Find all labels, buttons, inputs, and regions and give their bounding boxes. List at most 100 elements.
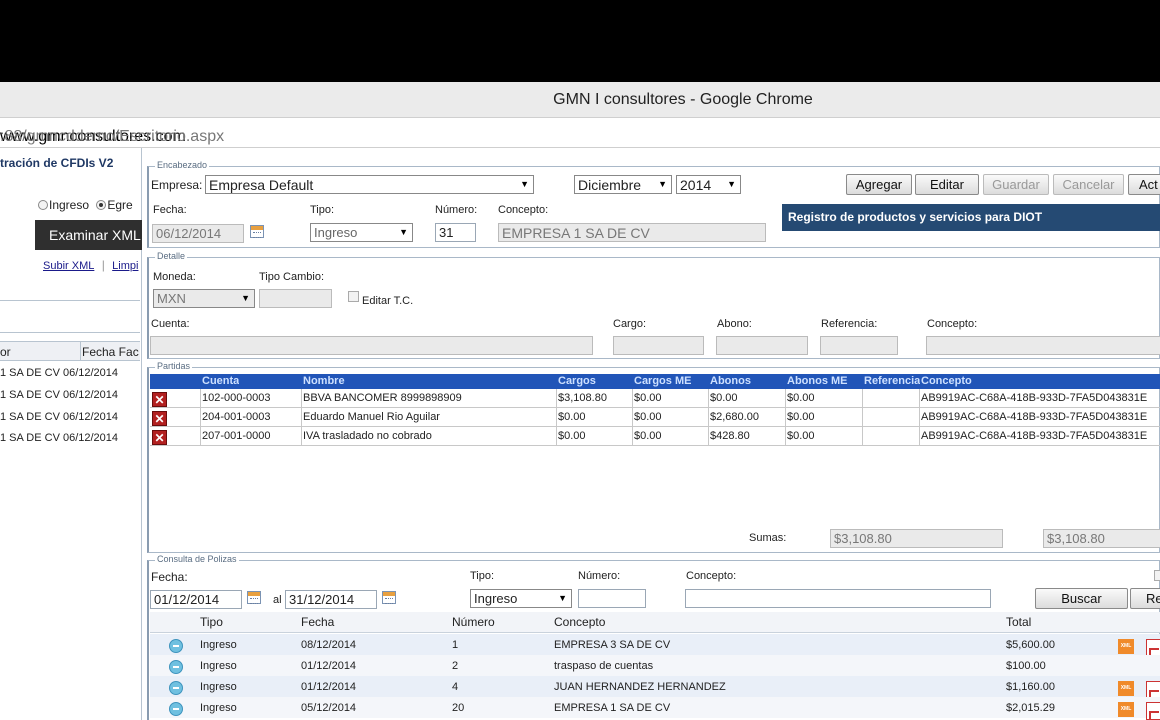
reset-button[interactable]: Re (1130, 588, 1160, 609)
delete-x-icon[interactable]: ✕ (152, 411, 167, 426)
circle-minus-icon[interactable] (169, 702, 183, 716)
circle-minus-icon[interactable] (169, 660, 183, 674)
fecha-desde-input[interactable]: 01/12/2014 (150, 590, 242, 609)
col-divider (301, 389, 302, 407)
table-row[interactable]: Ingreso 08/12/2014 1 EMPRESA 3 SA DE CV … (150, 634, 1160, 658)
buscar-button[interactable]: Buscar (1035, 588, 1128, 609)
numero-input[interactable]: 31 (435, 223, 476, 242)
anio-select[interactable]: 2014 ▼ (676, 175, 741, 194)
table-row[interactable]: ✕ 102-000-0003 BBVA BANCOMER 8999898909 … (150, 389, 1160, 408)
radio-ingreso-label: Ingreso (49, 198, 90, 212)
table-row[interactable]: ✕ 207-001-0000 IVA trasladado no cobrado… (150, 427, 1160, 446)
cancelar-button[interactable]: Cancelar (1053, 174, 1124, 195)
fecha-input[interactable]: 06/12/2014 (152, 224, 244, 243)
col-tipo[interactable]: Tipo (200, 615, 223, 629)
col-numero[interactable]: Número (452, 615, 495, 629)
col-total[interactable]: Total (1006, 615, 1031, 629)
diot-banner[interactable]: Registro de productos y servicios para D… (782, 204, 1160, 231)
col-cuenta[interactable]: Cuenta (202, 375, 239, 387)
col-concepto[interactable]: Concepto (921, 375, 972, 387)
col-cargos[interactable]: Cargos (558, 375, 596, 387)
delete-x-icon[interactable]: ✕ (152, 392, 167, 407)
col-referencia[interactable]: Referencia (864, 375, 920, 387)
cell-fecha: 01/12/2014 (301, 660, 357, 672)
suma-cargos: $3,108.80 (830, 529, 1003, 548)
table-row[interactable]: Ingreso 05/12/2014 20 EMPRESA 1 SA DE CV… (150, 697, 1160, 720)
tipo-value: Ingreso (314, 225, 358, 240)
col-cargos-me[interactable]: Cargos ME (634, 375, 691, 387)
left-list-item[interactable]: 1 SA DE CV 06/12/2014 (0, 367, 118, 379)
tipo-cambio-input[interactable] (259, 289, 332, 308)
xml-file-icon[interactable]: XML (1118, 702, 1134, 717)
concepto-input[interactable]: EMPRESA 1 SA DE CV (498, 223, 766, 242)
col-abonos[interactable]: Abonos (710, 375, 751, 387)
guardar-button[interactable]: Guardar (983, 174, 1049, 195)
left-list-item[interactable]: 1 SA DE CV 06/12/2014 (0, 432, 118, 444)
referencia-label: Referencia: (821, 318, 878, 330)
left-col-rfc[interactable]: or (0, 345, 11, 359)
left-col-fecha[interactable]: Fecha Fac (82, 345, 139, 359)
col-divider (556, 389, 557, 407)
pdf-file-icon[interactable] (1146, 702, 1160, 720)
examinar-xml-button[interactable]: Examinar XML (35, 220, 145, 250)
chevron-down-icon: ▼ (727, 179, 736, 189)
left-list-item[interactable]: 1 SA DE CV 06/12/2014 (0, 411, 118, 423)
cell-fecha: 01/12/2014 (301, 681, 357, 693)
cell-cuenta: 204-001-0003 (202, 411, 271, 423)
circle-minus-icon[interactable] (169, 639, 183, 653)
chevron-down-icon: ▼ (558, 593, 567, 603)
table-row[interactable]: ✕ 204-001-0003 Eduardo Manuel Rio Aguila… (150, 408, 1160, 427)
cuenta-input[interactable] (150, 336, 593, 355)
abono-input[interactable] (716, 336, 808, 355)
empresa-select[interactable]: Empresa Default ▼ (205, 175, 534, 194)
delete-x-icon[interactable]: ✕ (152, 430, 167, 445)
col-divider (785, 427, 786, 445)
consulta-concepto-input[interactable] (685, 589, 991, 608)
detalle-concepto-input[interactable] (926, 336, 1160, 355)
moneda-select[interactable]: MXN ▼ (153, 289, 255, 308)
consulta-tipo-select[interactable]: Ingreso ▼ (470, 589, 572, 608)
editar-tc-checkbox[interactable] (348, 291, 359, 302)
moneda-label: Moneda: (153, 271, 196, 283)
col-divider (785, 408, 786, 426)
editar-tc-label: Editar T.C. (362, 295, 414, 307)
col-abonos-me[interactable]: Abonos ME (787, 375, 848, 387)
table-row[interactable]: Ingreso 01/12/2014 4 JUAN HERNANDEZ HERN… (150, 676, 1160, 700)
calendar-icon[interactable] (382, 591, 396, 604)
cell-abonos: $428.80 (710, 430, 750, 442)
limpiar-link[interactable]: Limpi (112, 260, 138, 272)
xml-file-icon[interactable]: XML (1118, 681, 1134, 696)
col-divider (919, 427, 920, 445)
cell-nombre: BBVA BANCOMER 8999898909 (303, 392, 462, 404)
mes-select[interactable]: Diciembre ▼ (574, 175, 672, 194)
consulta-checkbox[interactable] (1154, 570, 1160, 581)
editar-button[interactable]: Editar (915, 174, 979, 195)
cell-nombre: IVA trasladado no cobrado (303, 430, 432, 442)
col-nombre[interactable]: Nombre (303, 375, 345, 387)
cargo-label: Cargo: (613, 318, 647, 330)
radio-egreso[interactable] (96, 200, 107, 210)
fecha-hasta-input[interactable]: 31/12/2014 (285, 590, 377, 609)
xml-file-icon[interactable]: XML (1118, 639, 1134, 654)
circle-minus-icon[interactable] (169, 681, 183, 695)
link-divider: | (101, 258, 105, 272)
address-bar[interactable]: www.gmnconsultores.com:88/gmncddemo/Escr… (0, 118, 1160, 148)
consulta-numero-input[interactable] (578, 589, 646, 608)
cargo-input[interactable] (613, 336, 704, 355)
table-row[interactable]: Ingreso 01/12/2014 2 traspaso de cuentas… (150, 655, 1160, 676)
cell-concepto: EMPRESA 1 SA DE CV (554, 702, 671, 714)
subir-xml-link[interactable]: Subir XML (43, 260, 94, 272)
agregar-button[interactable]: Agregar (846, 174, 912, 195)
abono-label: Abono: (717, 318, 752, 330)
tipo-select[interactable]: Ingreso ▼ (310, 223, 413, 242)
calendar-icon[interactable] (247, 591, 261, 604)
calendar-icon[interactable] (250, 225, 264, 238)
col-fecha[interactable]: Fecha (301, 615, 334, 629)
cell-abonos: $2,680.00 (710, 411, 759, 423)
left-links: Subir XML | Limpi (43, 258, 138, 272)
act-button[interactable]: Act (1128, 174, 1160, 195)
col-concepto[interactable]: Concepto (554, 615, 605, 629)
left-list-item[interactable]: 1 SA DE CV 06/12/2014 (0, 389, 118, 401)
referencia-input[interactable] (820, 336, 898, 355)
radio-ingreso[interactable] (38, 200, 48, 210)
